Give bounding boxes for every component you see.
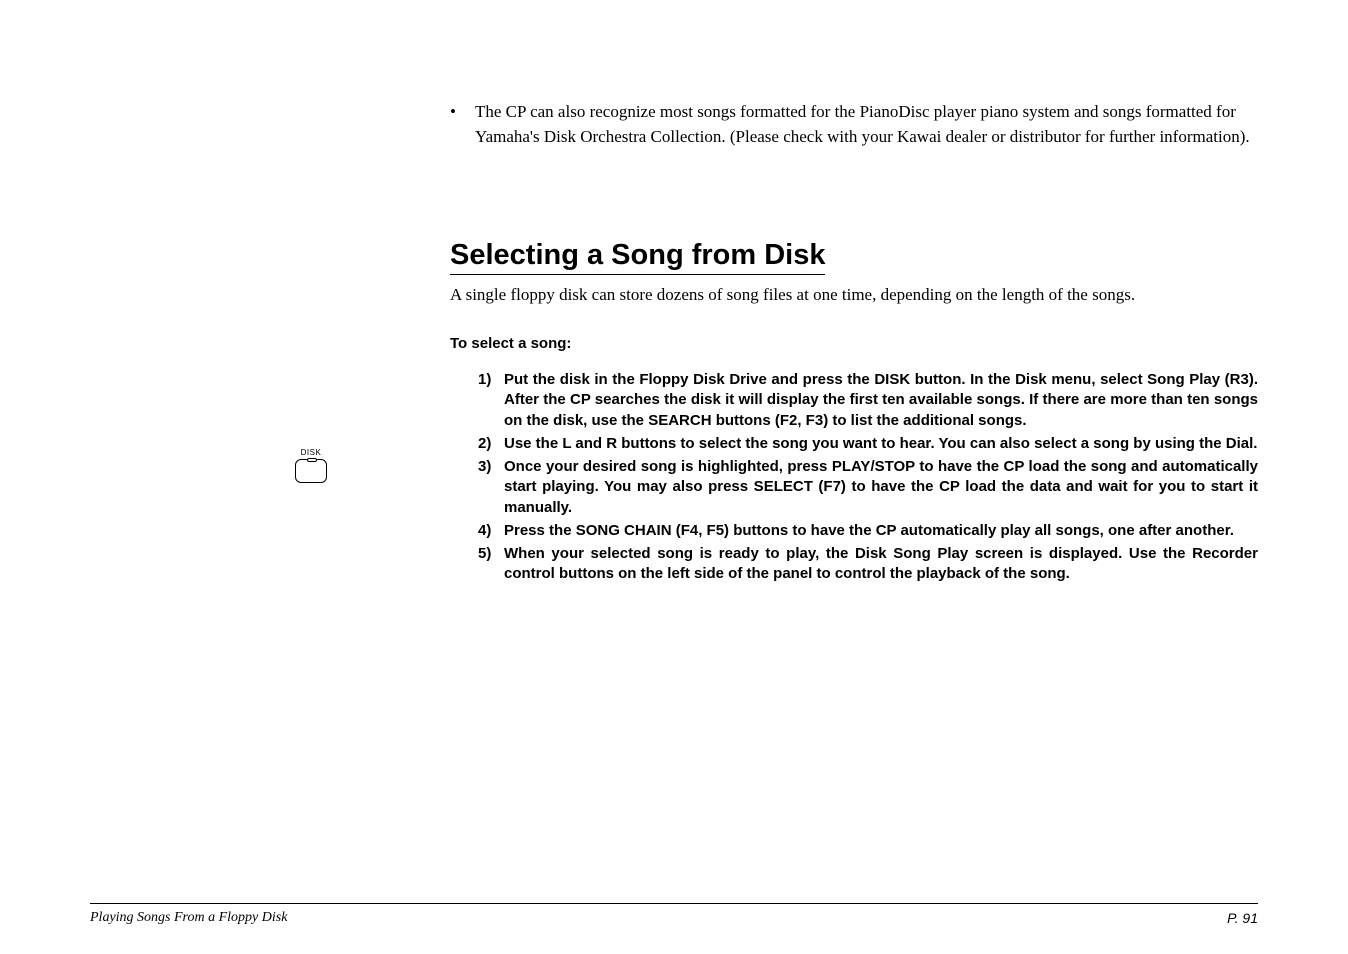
page-footer: Playing Songs From a Floppy Disk P. 91 [90,903,1258,926]
instruction-title: To select a song: [450,335,1258,352]
step-number: 5) [478,544,504,585]
content-area: • The CP can also recognize most songs f… [450,100,1258,585]
step-number: 3) [478,457,504,518]
step-text: Put the disk in the Floppy Disk Drive an… [504,370,1258,431]
intro-bullet: • The CP can also recognize most songs f… [450,100,1258,149]
footer-chapter-title: Playing Songs From a Floppy Disk [90,910,287,926]
disk-button-icon [295,459,327,483]
step-text: Once your desired song is highlighted, p… [504,457,1258,518]
step-item: 2) Use the L and R buttons to select the… [478,434,1258,454]
disk-led-indicator [307,458,317,462]
footer-page-number: P. 91 [1227,910,1258,926]
section-heading: Selecting a Song from Disk [450,239,825,275]
step-number: 1) [478,370,504,431]
step-number: 4) [478,521,504,541]
document-page: DISK • The CP can also recognize most so… [0,0,1348,954]
step-text: Use the L and R buttons to select the so… [504,434,1258,454]
steps-list: 1) Put the disk in the Floppy Disk Drive… [478,370,1258,585]
step-text: Press the SONG CHAIN (F4, F5) buttons to… [504,521,1258,541]
step-item: 5) When your selected song is ready to p… [478,544,1258,585]
step-number: 2) [478,434,504,454]
section-heading-container: Selecting a Song from Disk [450,239,1258,283]
step-item: 3) Once your desired song is highlighted… [478,457,1258,518]
intro-text: The CP can also recognize most songs for… [475,100,1258,149]
disk-icon-label: DISK [295,448,327,457]
bullet-marker: • [450,100,475,149]
section-description: A single floppy disk can store dozens of… [450,283,1258,307]
step-item: 4) Press the SONG CHAIN (F4, F5) buttons… [478,521,1258,541]
step-item: 1) Put the disk in the Floppy Disk Drive… [478,370,1258,431]
disk-button-illustration: DISK [295,448,327,483]
step-text: When your selected song is ready to play… [504,544,1258,585]
